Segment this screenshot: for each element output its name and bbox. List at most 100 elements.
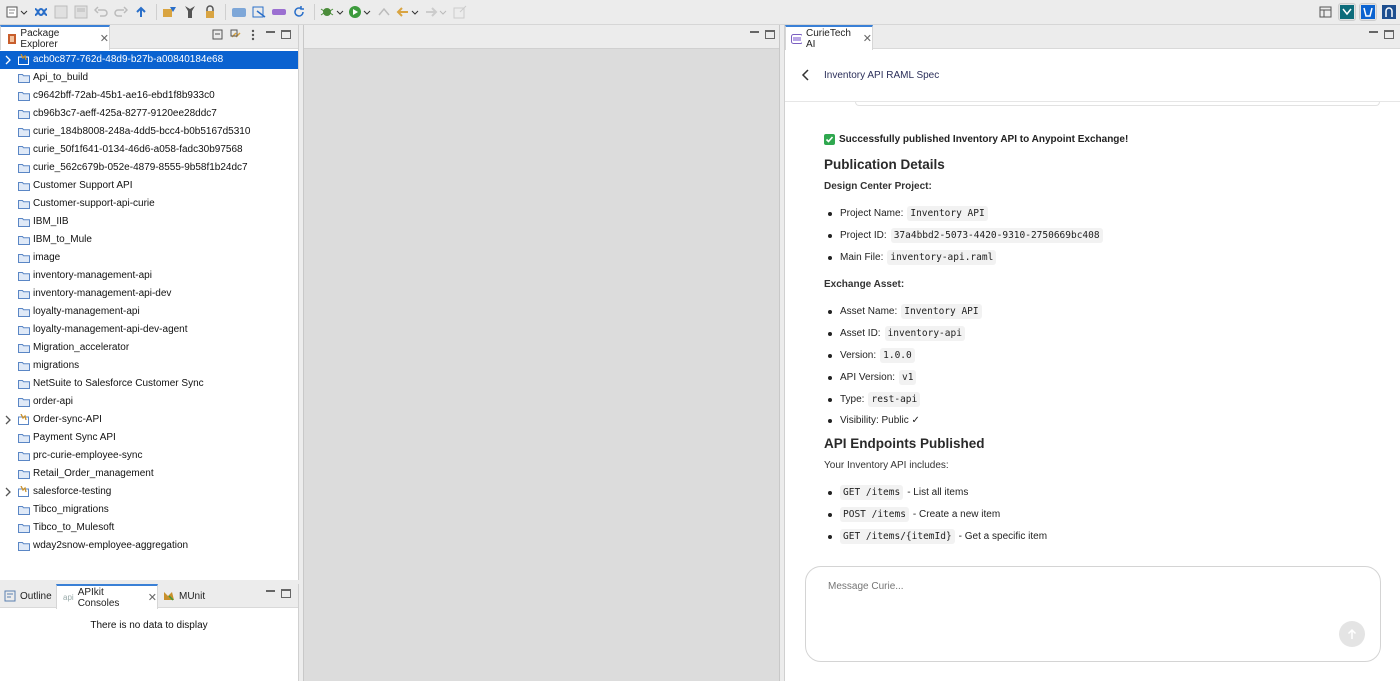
close-icon[interactable]: ✕ [148,591,157,604]
close-icon[interactable]: ✕ [863,32,872,45]
back-icon[interactable] [801,69,811,81]
open-perspective-icon[interactable] [1317,3,1335,21]
folder-icon [18,362,30,371]
tree-row[interactable]: c9642bff-72ab-45b1-ae16-ebd1f8b933c0 [0,87,298,105]
tree-row[interactable]: Api_to_build [0,69,298,87]
tree-row[interactable]: cb96b3c7-aeff-425a-8277-9120ee28ddc7 [0,105,298,123]
publish-icon[interactable] [132,3,150,21]
munit-icon [164,592,174,601]
api-sync-icon[interactable] [250,3,268,21]
tree-row[interactable]: prc-curie-employee-sync [0,447,298,465]
debug-icon[interactable] [319,3,345,21]
folder-icon [18,92,30,101]
publication-heading: Publication Details [824,157,945,172]
collapse-all-icon[interactable] [212,29,224,41]
tree-row[interactable]: order-api [0,393,298,411]
mule-icon[interactable] [32,3,50,21]
tree-row[interactable]: salesforce-testing [0,483,298,501]
forward-icon[interactable] [423,3,449,21]
folder-icon [18,452,30,461]
tree-row[interactable]: Customer-support-api-curie [0,195,298,213]
java-perspective-icon[interactable] [1380,3,1398,21]
tree-row[interactable]: Order-sync-API [0,411,298,429]
tree-row[interactable]: IBM_to_Mule [0,231,298,249]
tree-row[interactable]: loyalty-management-api [0,303,298,321]
tree-row[interactable]: Customer Support API [0,177,298,195]
run-deploy-icon[interactable] [161,3,179,21]
check-mark-icon [824,134,835,145]
tree-row[interactable]: NetSuite to Salesforce Customer Sync [0,375,298,393]
anypoint-icon[interactable] [270,3,288,21]
mule-cat-icon[interactable] [181,3,199,21]
folder-icon [18,182,30,191]
tab-outline[interactable]: Outline [4,584,52,608]
maximize-icon[interactable] [281,589,291,598]
send-button[interactable] [1339,621,1365,647]
tab-curietech-ai[interactable]: CurieTech AI ✕ [785,25,873,50]
arrow-up-icon [1347,628,1357,639]
close-icon[interactable]: ✕ [100,32,109,45]
save-icon[interactable] [52,3,70,21]
tree-row[interactable]: acb0c877-762d-48d9-b27b-a00840184e68 [0,51,298,69]
mule-perspective-icon[interactable] [1359,3,1377,21]
maximize-icon[interactable] [1384,30,1394,39]
mule-project-icon [18,414,29,425]
tree-row[interactable]: Payment Sync API [0,429,298,447]
cloud-icon[interactable] [230,3,248,21]
redo-icon[interactable] [112,3,130,21]
message-input[interactable] [828,581,1308,592]
tab-munit[interactable]: MUnit [163,584,205,608]
chevron-right-icon[interactable] [4,487,12,497]
tree-row-label: salesforce-testing [33,486,112,497]
minimize-icon[interactable] [1369,31,1378,40]
tab-apikit-consoles[interactable]: api APIkit Consoles ✕ [56,584,158,609]
folder-icon [18,506,30,515]
tree-row[interactable]: inventory-management-api-dev [0,285,298,303]
tree-row-label: inventory-management-api [33,270,152,281]
tree-row-label: curie_50f1f641-0134-46d6-a058-fadc30b975… [33,144,243,155]
refresh-icon[interactable] [290,3,308,21]
save-all-icon[interactable] [72,3,90,21]
message-composer [805,566,1381,662]
asset-name-value: Inventory API [901,304,982,319]
success-text: Successfully published Inventory API to … [839,134,1129,145]
back-icon[interactable] [395,3,421,21]
folder-icon [18,470,30,479]
external-icon[interactable] [451,3,469,21]
tree-row-label: inventory-management-api-dev [33,288,172,299]
tree-row[interactable]: Tibco_to_Mulesoft [0,519,298,537]
view-menu-icon[interactable] [250,29,256,41]
minimize-icon[interactable] [266,590,275,599]
tree-row[interactable]: image [0,249,298,267]
tree-row[interactable]: curie_184b8008-248a-4dd5-bcc4-b0b5167d53… [0,123,298,141]
mule-design-perspective-icon[interactable] [1338,3,1356,21]
minimize-icon[interactable] [750,31,759,40]
next-annotation-icon[interactable] [375,3,393,21]
minimize-icon[interactable] [266,31,275,40]
tree-row[interactable]: curie_562c679b-052e-4879-8555-9b58f1b24d… [0,159,298,177]
tree-row[interactable]: wday2snow-employee-aggregation [0,537,298,555]
tree-row[interactable]: curie_50f1f641-0134-46d6-a058-fadc30b975… [0,141,298,159]
package-explorer-pane: Package Explorer ✕ acb0c877-762d-48d9-b2… [0,25,299,580]
tree-row[interactable]: Retail_Order_management [0,465,298,483]
tree-row[interactable]: inventory-management-api [0,267,298,285]
tree-row[interactable]: loyalty-management-api-dev-agent [0,321,298,339]
chevron-right-icon[interactable] [4,415,12,425]
lock-icon[interactable] [201,3,219,21]
run-icon[interactable] [347,3,373,21]
endpoint-code: POST /items [840,507,909,522]
folder-icon [18,200,30,209]
tree-row[interactable]: Tibco_migrations [0,501,298,519]
maximize-icon[interactable] [765,30,775,39]
new-icon[interactable] [4,3,30,21]
tree-row[interactable]: Migration_accelerator [0,339,298,357]
undo-icon[interactable] [92,3,110,21]
tab-package-explorer[interactable]: Package Explorer ✕ [0,25,110,50]
tree-row[interactable]: IBM_IIB [0,213,298,231]
tree-row[interactable]: migrations [0,357,298,375]
chevron-right-icon[interactable] [4,55,12,65]
tree-row-label: cb96b3c7-aeff-425a-8277-9120ee28ddc7 [33,108,217,119]
link-with-editor-icon[interactable] [230,29,244,41]
maximize-icon[interactable] [281,30,291,39]
list-item: Type: rest-api [828,392,921,407]
